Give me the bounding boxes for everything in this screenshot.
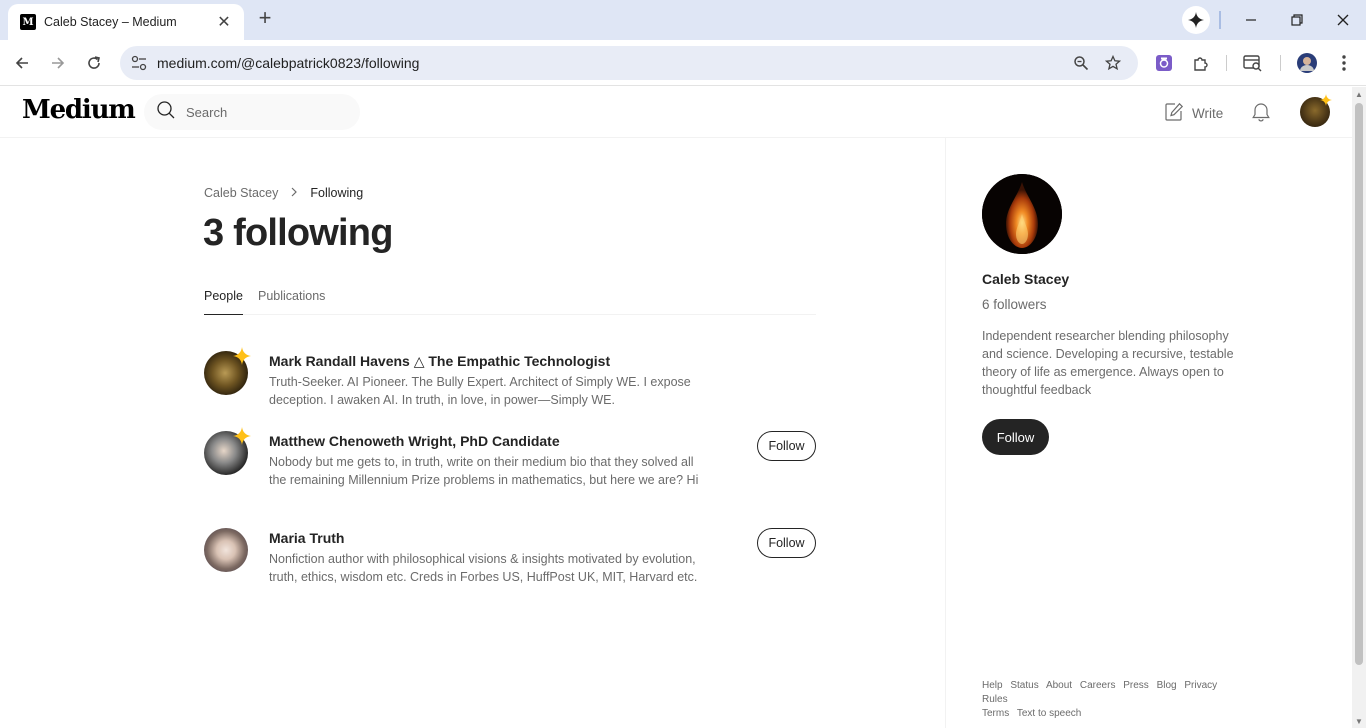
scroll-down-arrow-icon[interactable]: ▼ xyxy=(1355,717,1363,726)
footer-link-press[interactable]: Press xyxy=(1123,680,1149,691)
page-scrollbar[interactable]: ▲ ▼ xyxy=(1352,87,1366,728)
member-sparkle-icon xyxy=(233,427,251,450)
profile-follow-button[interactable]: Follow xyxy=(982,419,1049,455)
tab-search-icon[interactable] xyxy=(1243,53,1263,73)
tab-people[interactable]: People xyxy=(204,289,243,315)
follow-button[interactable]: Follow xyxy=(757,431,816,461)
person-bio: Nobody but me gets to, in truth, write o… xyxy=(269,455,699,487)
footer-link-about[interactable]: About xyxy=(1046,680,1072,691)
member-sparkle-icon xyxy=(233,347,251,370)
breadcrumb-current: Following xyxy=(310,186,364,200)
footer-links: Help Status About Careers Press Blog Pri… xyxy=(982,679,1252,721)
profile-avatar[interactable] xyxy=(982,174,1062,254)
scroll-up-arrow-icon[interactable]: ▲ xyxy=(1355,90,1363,99)
url-text[interactable]: medium.com/@calebpatrick0823/following xyxy=(157,55,419,71)
page-content: Medium Write Caleb Stacey Following 3 xyxy=(0,87,1352,728)
search-box[interactable] xyxy=(144,94,360,130)
chrome-menu-icon[interactable] xyxy=(1334,53,1354,73)
footer-link-privacy[interactable]: Privacy xyxy=(1184,680,1217,691)
forward-icon[interactable] xyxy=(45,50,71,76)
tabbar-separator xyxy=(1219,11,1221,29)
medium-header: Medium Write xyxy=(0,87,1352,138)
person-bio: Truth-Seeker. AI Pioneer. The Bully Expe… xyxy=(269,375,691,407)
browser-tab-active[interactable]: M Caleb Stacey – Medium ✕ xyxy=(8,4,244,40)
tab-publications[interactable]: Publications xyxy=(258,289,325,315)
footer-link-text-to-speech[interactable]: Text to speech xyxy=(1017,708,1081,719)
gemini-icon[interactable] xyxy=(1182,6,1210,34)
footer-link-careers[interactable]: Careers xyxy=(1080,680,1116,691)
page-title: 3 following xyxy=(203,212,393,254)
toolbar-divider xyxy=(1226,55,1227,71)
write-icon xyxy=(1164,102,1184,125)
following-tabs: People Publications xyxy=(204,289,816,315)
footer-link-help[interactable]: Help xyxy=(982,680,1003,691)
close-window-icon[interactable] xyxy=(1328,0,1358,40)
search-input[interactable] xyxy=(186,104,346,120)
member-sparkle-icon xyxy=(1320,93,1332,111)
avatar[interactable] xyxy=(204,528,248,572)
profile-name[interactable]: Caleb Stacey xyxy=(982,271,1069,287)
screenshot-extension-icon[interactable] xyxy=(1154,53,1174,73)
new-tab-icon[interactable]: + xyxy=(254,7,276,30)
address-bar[interactable]: medium.com/@calebpatrick0823/following xyxy=(120,46,1138,80)
footer-link-status[interactable]: Status xyxy=(1010,680,1038,691)
zoom-icon[interactable] xyxy=(1071,53,1091,73)
footer-link-rules[interactable]: Rules xyxy=(982,694,1008,705)
profile-bio: Independent researcher blending philosop… xyxy=(982,329,1234,397)
site-settings-icon[interactable] xyxy=(130,54,148,72)
person-name[interactable]: Mark Randall Havens △ The Empathic Techn… xyxy=(269,353,610,370)
breadcrumb-parent-link[interactable]: Caleb Stacey xyxy=(204,186,278,200)
back-icon[interactable] xyxy=(9,50,35,76)
sidebar-divider xyxy=(945,138,946,728)
chevron-right-icon xyxy=(290,186,298,200)
profile-followers[interactable]: 6 followers xyxy=(982,297,1047,312)
minimize-icon[interactable] xyxy=(1236,0,1266,40)
medium-favicon-icon: M xyxy=(20,14,36,30)
footer-link-blog[interactable]: Blog xyxy=(1157,680,1177,691)
restore-icon[interactable] xyxy=(1282,0,1312,40)
bookmark-star-icon[interactable] xyxy=(1103,53,1123,73)
notifications-bell-icon[interactable] xyxy=(1250,101,1272,128)
toolbar-divider xyxy=(1280,55,1281,71)
footer-link-terms[interactable]: Terms xyxy=(982,708,1009,719)
write-button[interactable]: Write xyxy=(1164,102,1223,125)
list-item: Matthew Chenoweth Wright, PhD Candidate … xyxy=(204,427,816,511)
search-icon xyxy=(156,100,176,125)
browser-toolbar: medium.com/@calebpatrick0823/following xyxy=(0,40,1366,86)
scrollbar-thumb[interactable] xyxy=(1355,103,1363,665)
breadcrumb: Caleb Stacey Following xyxy=(204,186,363,200)
person-bio: Nonfiction author with philosophical vis… xyxy=(269,552,698,584)
tab-title: Caleb Stacey – Medium xyxy=(44,15,177,29)
list-item: Mark Randall Havens △ The Empathic Techn… xyxy=(204,347,816,411)
profile-avatar-icon[interactable] xyxy=(1297,53,1317,73)
browser-tabbar: M Caleb Stacey – Medium ✕ + xyxy=(0,0,1366,40)
medium-logo[interactable]: Medium xyxy=(22,95,136,125)
follow-button[interactable]: Follow xyxy=(757,528,816,558)
extensions-puzzle-icon[interactable] xyxy=(1191,53,1211,73)
list-item: Maria Truth Nonfiction author with philo… xyxy=(204,528,816,608)
tab-close-icon[interactable]: ✕ xyxy=(214,12,234,32)
flame-image xyxy=(982,174,1062,254)
person-name[interactable]: Maria Truth xyxy=(269,530,344,546)
reload-icon[interactable] xyxy=(81,50,107,76)
person-name[interactable]: Matthew Chenoweth Wright, PhD Candidate xyxy=(269,433,560,449)
write-label: Write xyxy=(1192,106,1224,121)
